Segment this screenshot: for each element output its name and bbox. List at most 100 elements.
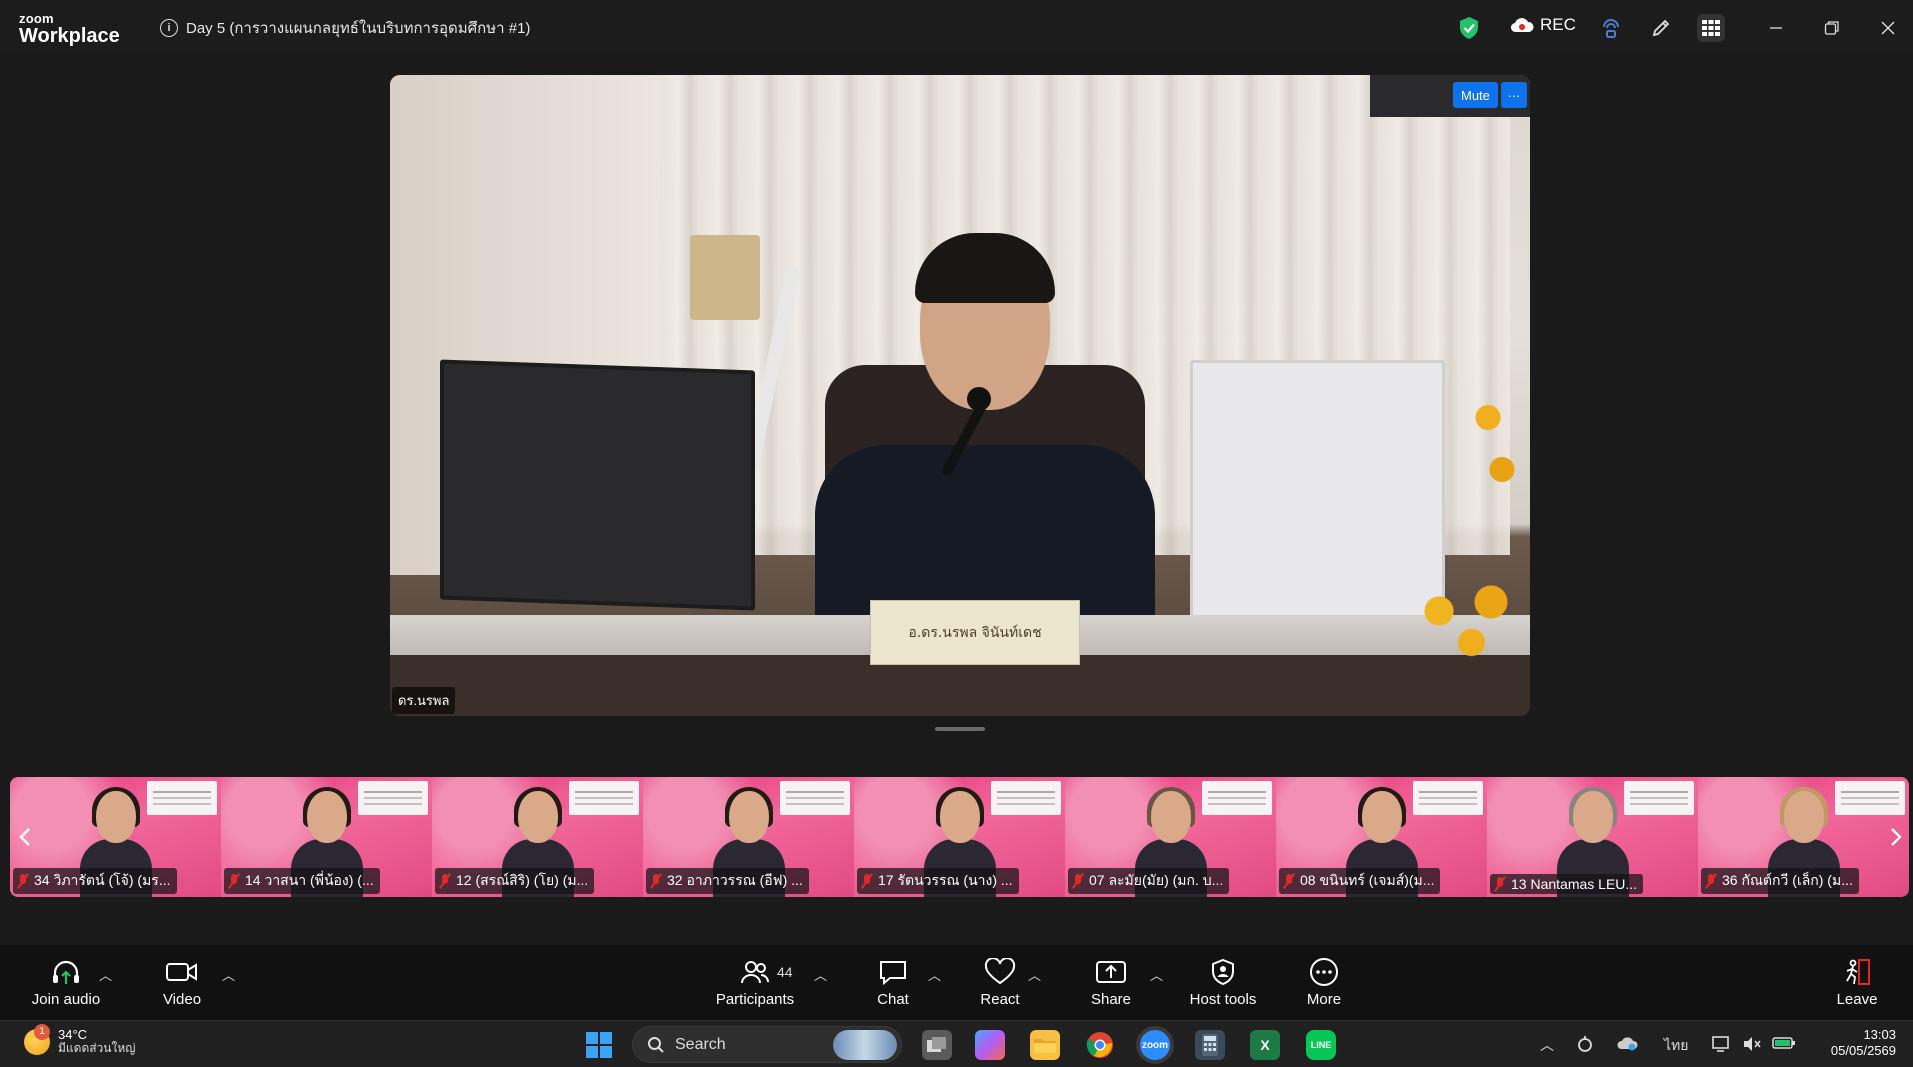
- react-button[interactable]: React: [979, 945, 1021, 1020]
- more-button[interactable]: More: [1302, 945, 1346, 1020]
- slide-thumbnail: [991, 781, 1061, 815]
- headphones-icon: [49, 957, 83, 987]
- line-app-icon[interactable]: LINE: [1306, 1030, 1336, 1060]
- annotate-pen-icon[interactable]: [1647, 14, 1675, 42]
- gallery-resize-handle[interactable]: [935, 727, 985, 731]
- leave-door-icon: [1841, 957, 1873, 987]
- search-highlight-image: [833, 1030, 897, 1060]
- react-label: React: [980, 991, 1020, 1008]
- video-options-chevron-icon[interactable]: ︿: [222, 965, 235, 984]
- participant-label: 34 วิภารัตน์ (โจ้) (มร...: [13, 868, 177, 894]
- info-icon[interactable]: i: [160, 19, 178, 37]
- participant-tile[interactable]: 34 วิภารัตน์ (โจ้) (มร...: [10, 777, 221, 897]
- host-tools-button[interactable]: Host tools: [1187, 945, 1259, 1020]
- slide-thumbnail: [569, 781, 639, 815]
- share-screen-icon: [1095, 957, 1127, 987]
- input-language[interactable]: ไทย: [1664, 1035, 1688, 1057]
- slide-thumbnail: [1624, 781, 1694, 815]
- mute-participant-button[interactable]: Mute: [1453, 82, 1498, 108]
- weather-sun-icon: 1: [24, 1023, 50, 1055]
- join-audio-label: Join audio: [31, 991, 101, 1008]
- logo-zoom-text: zoom: [19, 11, 54, 26]
- leave-label: Leave: [1836, 991, 1878, 1008]
- restore-icon[interactable]: [1818, 14, 1846, 42]
- share-button[interactable]: Share: [1088, 945, 1134, 1020]
- participants-button[interactable]: Participants: [712, 945, 798, 1020]
- host-tools-label: Host tools: [1189, 991, 1257, 1008]
- calculator-icon[interactable]: [1195, 1030, 1225, 1060]
- windows-start-icon[interactable]: [586, 1032, 612, 1058]
- tray-app-icon[interactable]: [1576, 1035, 1594, 1056]
- participants-icon: [740, 957, 770, 987]
- speaker-video[interactable]: อ.ดร.นรพล จินันท์เดช Mute ··· ดร.นรพล: [390, 75, 1530, 716]
- logo-workplace-text: Workplace: [19, 25, 120, 47]
- recording-indicator[interactable]: REC: [1510, 15, 1576, 35]
- meeting-toolbar: Join audio ︿ Video ︿ Participants 44 ︿ C…: [0, 945, 1913, 1020]
- video-label: Video: [162, 991, 202, 1008]
- live-transcript-icon[interactable]: [1597, 14, 1625, 42]
- participants-options-chevron-icon[interactable]: ︿: [814, 965, 827, 984]
- participant-tile[interactable]: 14 วาสนา (พี่น้อง) (...: [221, 777, 432, 897]
- participant-tile[interactable]: 12 (สรณ์สิริ) (โย) (ม...: [432, 777, 643, 897]
- slide-thumbnail: [147, 781, 217, 815]
- heart-icon: [984, 957, 1016, 987]
- more-label: More: [1306, 991, 1342, 1008]
- slide-thumbnail: [1413, 781, 1483, 815]
- chat-button[interactable]: Chat: [873, 945, 913, 1020]
- chat-options-chevron-icon[interactable]: ︿: [928, 965, 941, 984]
- encryption-shield-icon[interactable]: [1458, 16, 1480, 45]
- participant-tile[interactable]: 32 อาภาวรรณ (อีฟ) ...: [643, 777, 854, 897]
- chrome-icon[interactable]: [1085, 1030, 1115, 1060]
- rec-label: REC: [1540, 15, 1576, 34]
- speaker-muted-icon[interactable]: [1742, 1035, 1762, 1056]
- react-options-chevron-icon[interactable]: ︿: [1028, 965, 1041, 984]
- speaker-nameplate: อ.ดร.นรพล จินันท์เดช: [870, 600, 1080, 665]
- task-view-icon[interactable]: [922, 1030, 952, 1060]
- participant-tile[interactable]: 08 ขนินทร์ (เจมส์)(ม...: [1276, 777, 1487, 897]
- weather-widget[interactable]: 1 34°C มีแดดส่วนใหญ่: [24, 1023, 136, 1056]
- show-hidden-icons-chevron-icon[interactable]: ︿: [1540, 1035, 1554, 1055]
- file-explorer-icon[interactable]: [1030, 1030, 1060, 1060]
- participant-tile[interactable]: 36 กัณต์กวี (เล็ก) (ม...: [1698, 777, 1909, 897]
- participant-label: 08 ขนินทร์ (เจมส์)(ม...: [1279, 868, 1441, 894]
- leave-button[interactable]: Leave: [1834, 945, 1880, 1020]
- video-button[interactable]: Video: [155, 945, 209, 1020]
- more-dots-icon: [1309, 957, 1339, 987]
- view-grid-icon[interactable]: [1697, 14, 1725, 42]
- participant-label: 13 Nantamas LEU...: [1490, 874, 1644, 894]
- video-more-options-button[interactable]: ···: [1501, 82, 1527, 108]
- audio-options-chevron-icon[interactable]: ︿: [99, 965, 112, 984]
- network-monitor-icon[interactable]: [1712, 1035, 1732, 1056]
- join-audio-button[interactable]: Join audio: [28, 945, 104, 1020]
- weather-notification-badge: 1: [34, 1023, 50, 1040]
- speaker-name-tag: ดร.นรพล: [392, 687, 456, 714]
- battery-icon[interactable]: [1772, 1035, 1796, 1054]
- mic-muted-icon: [439, 873, 451, 889]
- participant-label: 32 อาภาวรรณ (อีฟ) ...: [646, 868, 809, 894]
- participant-tile[interactable]: 17 รัตนวรรณ (นาง) ...: [854, 777, 1065, 897]
- gallery-next-arrow-icon[interactable]: [1883, 817, 1909, 857]
- weather-condition: มีแดดส่วนใหญ่: [58, 1041, 136, 1056]
- windows-taskbar: 1 34°C มีแดดส่วนใหญ่ Search zoom X LINE …: [0, 1020, 1913, 1067]
- excel-icon[interactable]: X: [1250, 1030, 1280, 1060]
- participant-name: 36 กัณต์กวี (เล็ก) (ม...: [1722, 872, 1853, 888]
- gallery-prev-arrow-icon[interactable]: [12, 817, 38, 857]
- zoom-app-icon[interactable]: zoom: [1140, 1030, 1170, 1060]
- taskbar-clock[interactable]: 13:03 05/05/2569: [1810, 1027, 1896, 1060]
- mic-muted-icon: [17, 873, 29, 889]
- close-icon[interactable]: [1874, 14, 1902, 42]
- minimize-icon[interactable]: [1762, 14, 1790, 42]
- participant-label: 07 ละมัย(มัย) (มก. บ...: [1068, 868, 1230, 894]
- participant-tile[interactable]: 07 ละมัย(มัย) (มก. บ...: [1065, 777, 1276, 897]
- onedrive-cloud-icon[interactable]: [1616, 1035, 1638, 1054]
- participant-tile[interactable]: 13 Nantamas LEU...: [1487, 777, 1698, 897]
- share-options-chevron-icon[interactable]: ︿: [1150, 965, 1163, 984]
- zoom-window: zoom Workplace i Day 5 (การวางแผนกลยุทธ์…: [0, 0, 1913, 1067]
- copilot-icon[interactable]: [975, 1030, 1005, 1060]
- mic-muted-icon: [1705, 873, 1717, 889]
- taskbar-search[interactable]: Search: [632, 1026, 902, 1063]
- mic-muted-icon: [650, 873, 662, 889]
- participants-label: Participants: [715, 991, 795, 1008]
- meeting-info[interactable]: i Day 5 (การวางแผนกลยุทธ์ในบริบทการอุดมศ…: [160, 16, 530, 40]
- participant-name: 13 Nantamas LEU...: [1511, 876, 1638, 892]
